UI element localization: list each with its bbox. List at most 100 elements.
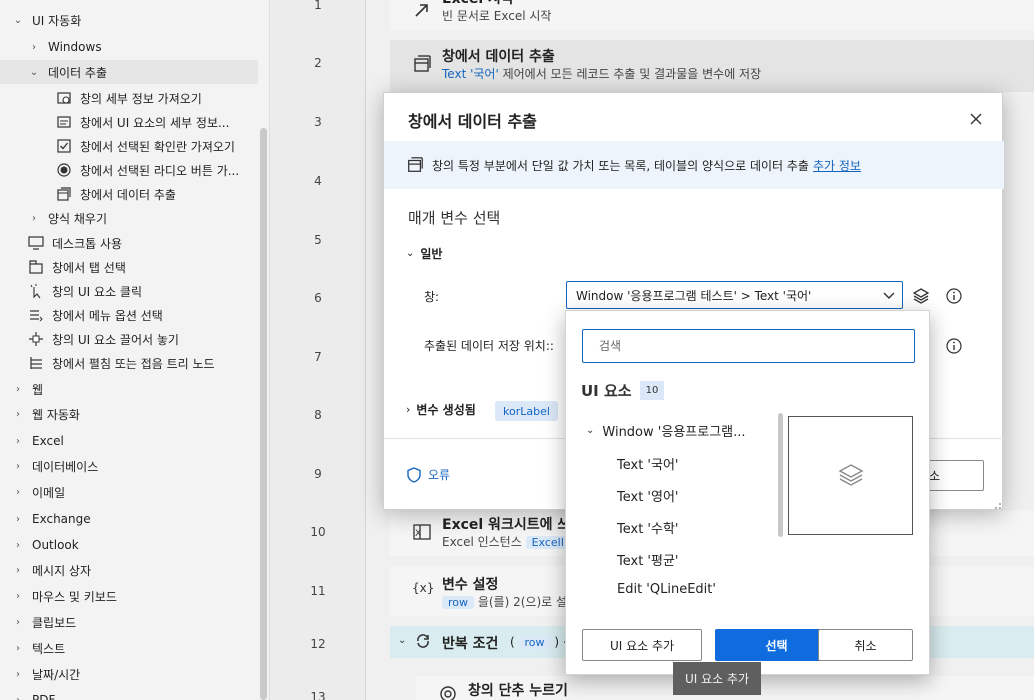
actions-pane-scrollbar[interactable] <box>260 128 267 700</box>
tree-item[interactable]: › Excel <box>0 429 258 453</box>
tree-item[interactable]: 데스크톱 사용 <box>0 231 258 255</box>
line-number: 6 <box>314 291 322 305</box>
layers-icon[interactable] <box>912 287 930 308</box>
flow-step-extract-data[interactable]: 창에서 데이터 추출 Text '국어' 제어에서 모든 레코드 추출 및 결과… <box>390 40 1034 92</box>
tree-item[interactable]: › 이메일 <box>0 480 258 504</box>
info-icon[interactable] <box>946 288 962 304</box>
chevron-down-icon[interactable]: ⌄ <box>586 425 594 436</box>
chevron-right-icon[interactable]: › <box>12 591 24 602</box>
tree-item[interactable]: 창에서 메뉴 옵션 선택 <box>0 303 258 327</box>
tree-item[interactable]: › 클립보드 <box>0 610 258 634</box>
tree-item[interactable]: › 웹 자동화 <box>0 402 258 426</box>
tree-item[interactable]: 창에서 선택된 확인란 가져오기 <box>0 134 258 158</box>
variable-chip: row <box>518 636 551 649</box>
tree-item[interactable]: 창에서 탭 선택 <box>0 255 258 279</box>
tree-item[interactable]: 창에서 펼침 또는 접음 트리 노드 <box>0 351 258 375</box>
radio-icon <box>56 162 72 178</box>
extract-icon <box>56 186 72 202</box>
section-general-label: 일반 <box>420 247 443 261</box>
chevron-right-icon[interactable]: › <box>12 461 24 472</box>
tree-item[interactable]: 창에서 선택된 라디오 버튼 가... <box>0 158 258 182</box>
tree-item[interactable]: › 웹 <box>0 377 258 401</box>
drag-icon <box>28 331 44 347</box>
ui-element-item[interactable]: Edit 'QLineEdit' <box>617 582 716 597</box>
tree-item[interactable]: 창에서 UI 요소의 세부 정보... <box>0 110 258 134</box>
tree-item[interactable]: 창에서 데이터 추출 <box>0 182 258 206</box>
resize-grip-icon[interactable] <box>992 499 1002 509</box>
chevron-right-icon[interactable]: › <box>12 617 24 628</box>
element-preview <box>788 416 913 535</box>
chevron-right-icon[interactable]: › <box>12 384 24 395</box>
tree-item[interactable]: › 메시지 상자 <box>0 558 258 582</box>
window-dropdown[interactable]: Window '응용프로그램 테스트' > Text '국어' <box>566 281 903 309</box>
tree-item-window[interactable]: ⌄ Window '응용프로그램... <box>586 421 746 440</box>
tree-item[interactable]: 창의 UI 요소 끌어서 놓기 <box>0 327 258 351</box>
variable-chip: row <box>442 596 475 609</box>
chevron-right-icon[interactable]: › <box>28 213 40 224</box>
tree-item-label: 웹 자동화 <box>32 407 80 422</box>
tree-item-label: 창의 UI 요소 끌어서 놓기 <box>52 332 179 347</box>
chevron-right-icon[interactable]: › <box>12 565 24 576</box>
chevron-down-icon[interactable]: ⌄ <box>28 67 40 78</box>
variable-chip[interactable]: korLabel <box>495 401 558 421</box>
chevron-right-icon[interactable]: › <box>12 514 24 525</box>
chevron-right-icon[interactable]: › <box>12 695 24 700</box>
tree-item[interactable]: › Exchange <box>0 507 258 531</box>
arrow-icon <box>412 0 432 20</box>
tree-item[interactable]: ⌄ UI 자동화 <box>0 8 258 32</box>
flow-step-launch-excel[interactable]: Excel 시작 빈 문서로 Excel 시작 <box>390 0 1034 30</box>
tree-item-label: 창에서 선택된 확인란 가져오기 <box>80 139 235 154</box>
variable-icon: {x} <box>412 581 435 595</box>
tree-item[interactable]: › Outlook <box>0 533 258 557</box>
tooltip: UI 요소 추가 <box>673 662 761 695</box>
line-number: 9 <box>314 467 322 481</box>
step-description: Text '국어' 제어에서 모든 레코드 추출 및 결과물을 변수에 저장 <box>442 65 761 82</box>
section-variables-toggle[interactable]: › 변수 생성됨 <box>406 401 476 418</box>
ui-element-picker: UI 요소 10 ⌄ Window '응용프로그램... Text '국어' Te… <box>565 310 930 675</box>
chevron-right-icon[interactable]: › <box>12 669 24 680</box>
tree-item[interactable]: 창의 UI 요소 클릭 <box>0 279 258 303</box>
tree-item-label: 창에서 펼침 또는 접음 트리 노드 <box>52 356 215 371</box>
search-input[interactable] <box>582 329 915 363</box>
tree-item-label: 웹 <box>32 382 44 397</box>
line-number: 10 <box>310 525 326 539</box>
tree-item-label: Outlook <box>32 538 79 552</box>
info-icon[interactable] <box>946 338 962 354</box>
ui-element-item[interactable]: Text '국어' <box>617 454 679 473</box>
chevron-right-icon[interactable]: › <box>28 42 40 53</box>
tree-item-label: Excel <box>32 434 64 448</box>
chevron-right-icon[interactable]: › <box>12 409 24 420</box>
chevron-right-icon[interactable]: › <box>12 487 24 498</box>
tree-item[interactable]: ⌄ 데이터 추출 <box>0 60 258 84</box>
chevron-right-icon[interactable]: › <box>12 436 24 447</box>
tree-item[interactable]: › 양식 채우기 <box>0 206 258 230</box>
tree-item[interactable]: › 마우스 및 키보드 <box>0 584 258 608</box>
chevron-right-icon: › <box>406 403 411 416</box>
more-info-link[interactable]: 추가 정보 <box>813 157 861 174</box>
chevron-right-icon[interactable]: › <box>12 540 24 551</box>
collapse-chevron-icon[interactable]: ⌄ <box>398 635 406 646</box>
info-banner: 창의 특정 부분에서 단일 값 가치 또는 목록, 테이블의 양식으로 데이터 … <box>384 141 1004 189</box>
step-description: row 을(를) 2(으)로 설정 <box>442 593 578 610</box>
tree-item-label: 데이터베이스 <box>32 459 99 474</box>
ui-element-item[interactable]: Text '평균' <box>617 550 679 569</box>
tree-item[interactable]: › 텍스트 <box>0 636 258 660</box>
section-general-toggle[interactable]: ⌄ 일반 <box>406 245 442 262</box>
add-ui-element-button[interactable]: UI 요소 추가 <box>582 629 702 661</box>
step-description: 빈 문서로 Excel 시작 <box>442 9 552 23</box>
tree-item[interactable]: 창의 세부 정보 가져오기 <box>0 86 258 110</box>
tree-item[interactable]: › 날짜/시간 <box>0 662 258 686</box>
tree-item[interactable]: › PDF <box>0 688 258 700</box>
chevron-down-icon[interactable]: ⌄ <box>12 15 24 26</box>
chevron-right-icon[interactable]: › <box>12 643 24 654</box>
step-description-rest: 을(를) 2(으)로 설정 <box>474 595 579 609</box>
ui-element-item[interactable]: Text '수학' <box>617 518 679 537</box>
step-title: 창에서 데이터 추출 <box>442 49 555 65</box>
tree-item[interactable]: › Windows <box>0 35 258 59</box>
close-icon[interactable] <box>964 107 988 131</box>
errors-button[interactable]: 오류 <box>406 466 450 483</box>
picker-cancel-button[interactable]: 취소 <box>818 629 913 661</box>
picker-scrollbar[interactable] <box>778 413 783 537</box>
ui-element-item[interactable]: Text '영어' <box>617 486 679 505</box>
tree-item[interactable]: › 데이터베이스 <box>0 454 258 478</box>
